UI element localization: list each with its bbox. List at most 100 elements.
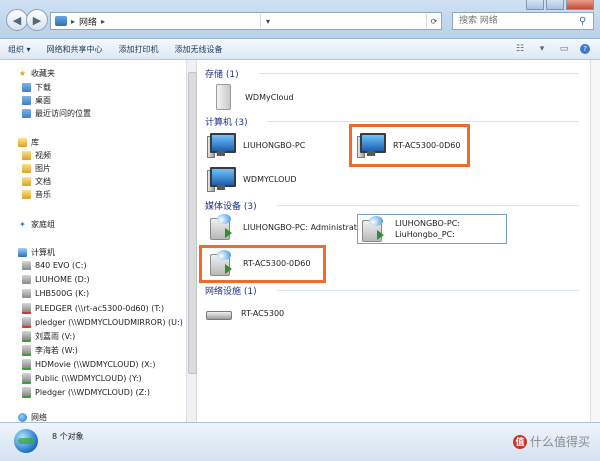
sidebar-item-music[interactable]: 音乐 [22, 189, 51, 200]
media-device-icon [207, 250, 235, 276]
device-tile[interactable]: LIUHONGBO-PC: Administrator: [207, 214, 368, 240]
sidebar-item-network-drive[interactable]: Public (\\WDMYCLOUD) (Y:) [22, 373, 142, 384]
chevron-right-icon[interactable]: ▸ [101, 17, 105, 26]
arrow-right-icon: ▶ [32, 13, 42, 27]
group-divider [277, 290, 579, 291]
network-drive-disconnected-icon [22, 317, 31, 328]
folder-icon [22, 83, 31, 92]
explorer-window: ◀ ▶ ▸ 网络 ▸ ▾ ⟳ ⚲ 组织 ▾ 网络和共享中心 添加打印机 添加无线… [0, 0, 600, 461]
sidebar-item-drive[interactable]: LHB500G (K:) [22, 289, 89, 298]
content-pane: 存储 (1) WDMyCloud 计算机 (3) LIUHONGBO-PC RT… [197, 60, 590, 422]
search-box[interactable]: ⚲ [452, 12, 594, 30]
group-header-media[interactable]: 媒体设备 (3) [205, 199, 257, 212]
router-icon [205, 300, 233, 326]
group-header-computers[interactable]: 计算机 (3) [205, 115, 248, 128]
forward-button[interactable]: ▶ [26, 9, 48, 31]
arrow-left-icon: ◀ [12, 13, 22, 27]
sidebar-item-documents[interactable]: 文档 [22, 176, 51, 187]
address-bar[interactable]: ▸ 网络 ▸ ▾ ⟳ [50, 12, 442, 30]
device-tile[interactable]: WDMyCloud [209, 84, 294, 110]
library-icon [18, 138, 27, 147]
close-button[interactable] [566, 0, 594, 10]
navigation-pane: ★ 收藏夹 下载 桌面 最近访问的位置 库 视频 图片 文档 音乐 ✦ 家庭组 计算… [0, 60, 187, 422]
group-header-storage[interactable]: 存储 (1) [205, 67, 239, 80]
search-icon[interactable]: ⚲ [579, 16, 593, 27]
scrollbar-thumb[interactable] [188, 72, 197, 374]
command-bar: 组织 ▾ 网络和共享中心 添加打印机 添加无线设备 ☷ ▾ ▭ ? [0, 39, 600, 60]
sidebar-item-videos[interactable]: 视频 [22, 150, 51, 161]
sidebar-item-network-drive[interactable]: Pledger (\\WDMYCLOUD) (Z:) [22, 387, 150, 398]
computer-icon [18, 248, 27, 257]
sidebar-item-computer[interactable]: 计算机 [18, 247, 55, 258]
view-controls: ☷ ▾ ▭ ? [514, 44, 600, 54]
device-tile[interactable]: WDMYCLOUD [207, 166, 297, 192]
video-icon [22, 151, 31, 160]
sidebar-scrollbar[interactable] [187, 60, 197, 422]
network-center-button[interactable]: 网络和共享中心 [39, 44, 111, 55]
sidebar-item-desktop[interactable]: 桌面 [22, 95, 51, 106]
computer-icon [207, 132, 236, 158]
network-drive-icon [22, 345, 31, 356]
back-button[interactable]: ◀ [6, 9, 28, 31]
title-bar: ◀ ▶ ▸ 网络 ▸ ▾ ⟳ ⚲ [0, 0, 600, 39]
network-icon [18, 413, 27, 422]
view-dropdown-icon[interactable]: ▾ [536, 44, 548, 54]
computer-icon [357, 132, 386, 158]
device-tile[interactable]: RT-AC5300-0D60 [207, 250, 310, 276]
media-device-icon [207, 214, 235, 240]
drive-icon [22, 261, 31, 270]
sidebar-item-network-drive[interactable]: 刘嘉雨 (V:) [22, 331, 75, 342]
recent-places-icon [22, 109, 31, 118]
sidebar-item-homegroup[interactable]: ✦ 家庭组 [18, 219, 55, 230]
view-options-icon[interactable]: ☷ [514, 44, 526, 54]
breadcrumb-network[interactable]: 网络 [79, 15, 97, 28]
add-wireless-button[interactable]: 添加无线设备 [167, 44, 231, 55]
device-tile-selected[interactable]: LIUHONGBO-PC: LiuHongbo_PC: [359, 216, 460, 242]
sidebar-item-network-drive[interactable]: 李海若 (W:) [22, 345, 78, 356]
network-drive-icon [22, 373, 31, 384]
sidebar-item-pictures[interactable]: 图片 [22, 163, 51, 174]
sidebar-item-network-drive[interactable]: pledger (\\WDMYCLOUDMIRROR) (U:) [22, 317, 183, 328]
add-printer-button[interactable]: 添加打印机 [111, 44, 167, 55]
content-scrollbar[interactable] [590, 60, 600, 422]
sidebar-item-network-drive[interactable]: HDMovie (\\WDMYCLOUD) (X:) [22, 359, 155, 370]
maximize-button[interactable] [546, 0, 564, 10]
nas-icon [209, 84, 237, 110]
network-globe-icon [14, 429, 38, 453]
group-divider [259, 73, 579, 74]
homegroup-icon: ✦ [19, 220, 26, 229]
preview-pane-icon[interactable]: ▭ [558, 44, 570, 54]
status-bar: 8 个对象 值 什么值得买 [0, 422, 600, 461]
drive-icon [22, 289, 31, 298]
network-drive-icon [22, 359, 31, 370]
window-controls [526, 0, 594, 10]
device-tile[interactable]: LIUHONGBO-PC [207, 132, 305, 158]
item-count: 8 个对象 [52, 432, 84, 441]
watermark: 值 什么值得买 [512, 433, 590, 450]
sidebar-item-recent[interactable]: 最近访问的位置 [22, 108, 91, 119]
network-drive-icon [22, 387, 31, 398]
sidebar-item-downloads[interactable]: 下载 [22, 82, 51, 93]
refresh-icon[interactable]: ⟳ [425, 14, 441, 28]
help-icon[interactable]: ? [580, 44, 590, 54]
computer-icon [207, 166, 236, 192]
sidebar-item-libraries[interactable]: 库 [18, 137, 39, 148]
device-tile[interactable]: RT-AC5300-0D60 [357, 132, 460, 158]
sidebar-item-network-drive[interactable]: PLEDGER (\\rt-ac5300-0d60) (T:) [22, 303, 164, 314]
group-divider [277, 205, 579, 206]
desktop-icon [22, 96, 31, 105]
document-icon [22, 177, 31, 186]
sidebar-item-favorites[interactable]: ★ 收藏夹 [18, 68, 55, 79]
network-drive-disconnected-icon [22, 303, 31, 314]
minimize-button[interactable] [526, 0, 544, 10]
organize-button[interactable]: 组织 ▾ [0, 44, 39, 55]
network-drive-icon [22, 331, 31, 342]
sidebar-item-drive[interactable]: LIUHOME (D:) [22, 275, 90, 284]
watermark-logo: 值 [512, 434, 527, 449]
sidebar-item-drive[interactable]: 840 EVO (C:) [22, 261, 87, 270]
group-header-infrastructure[interactable]: 网络设施 (1) [205, 284, 257, 297]
device-tile[interactable]: RT-AC5300 [205, 300, 284, 326]
dropdown-arrow-icon[interactable]: ▾ [260, 14, 275, 28]
search-input[interactable] [457, 15, 579, 27]
watermark-text: 什么值得买 [529, 435, 590, 449]
